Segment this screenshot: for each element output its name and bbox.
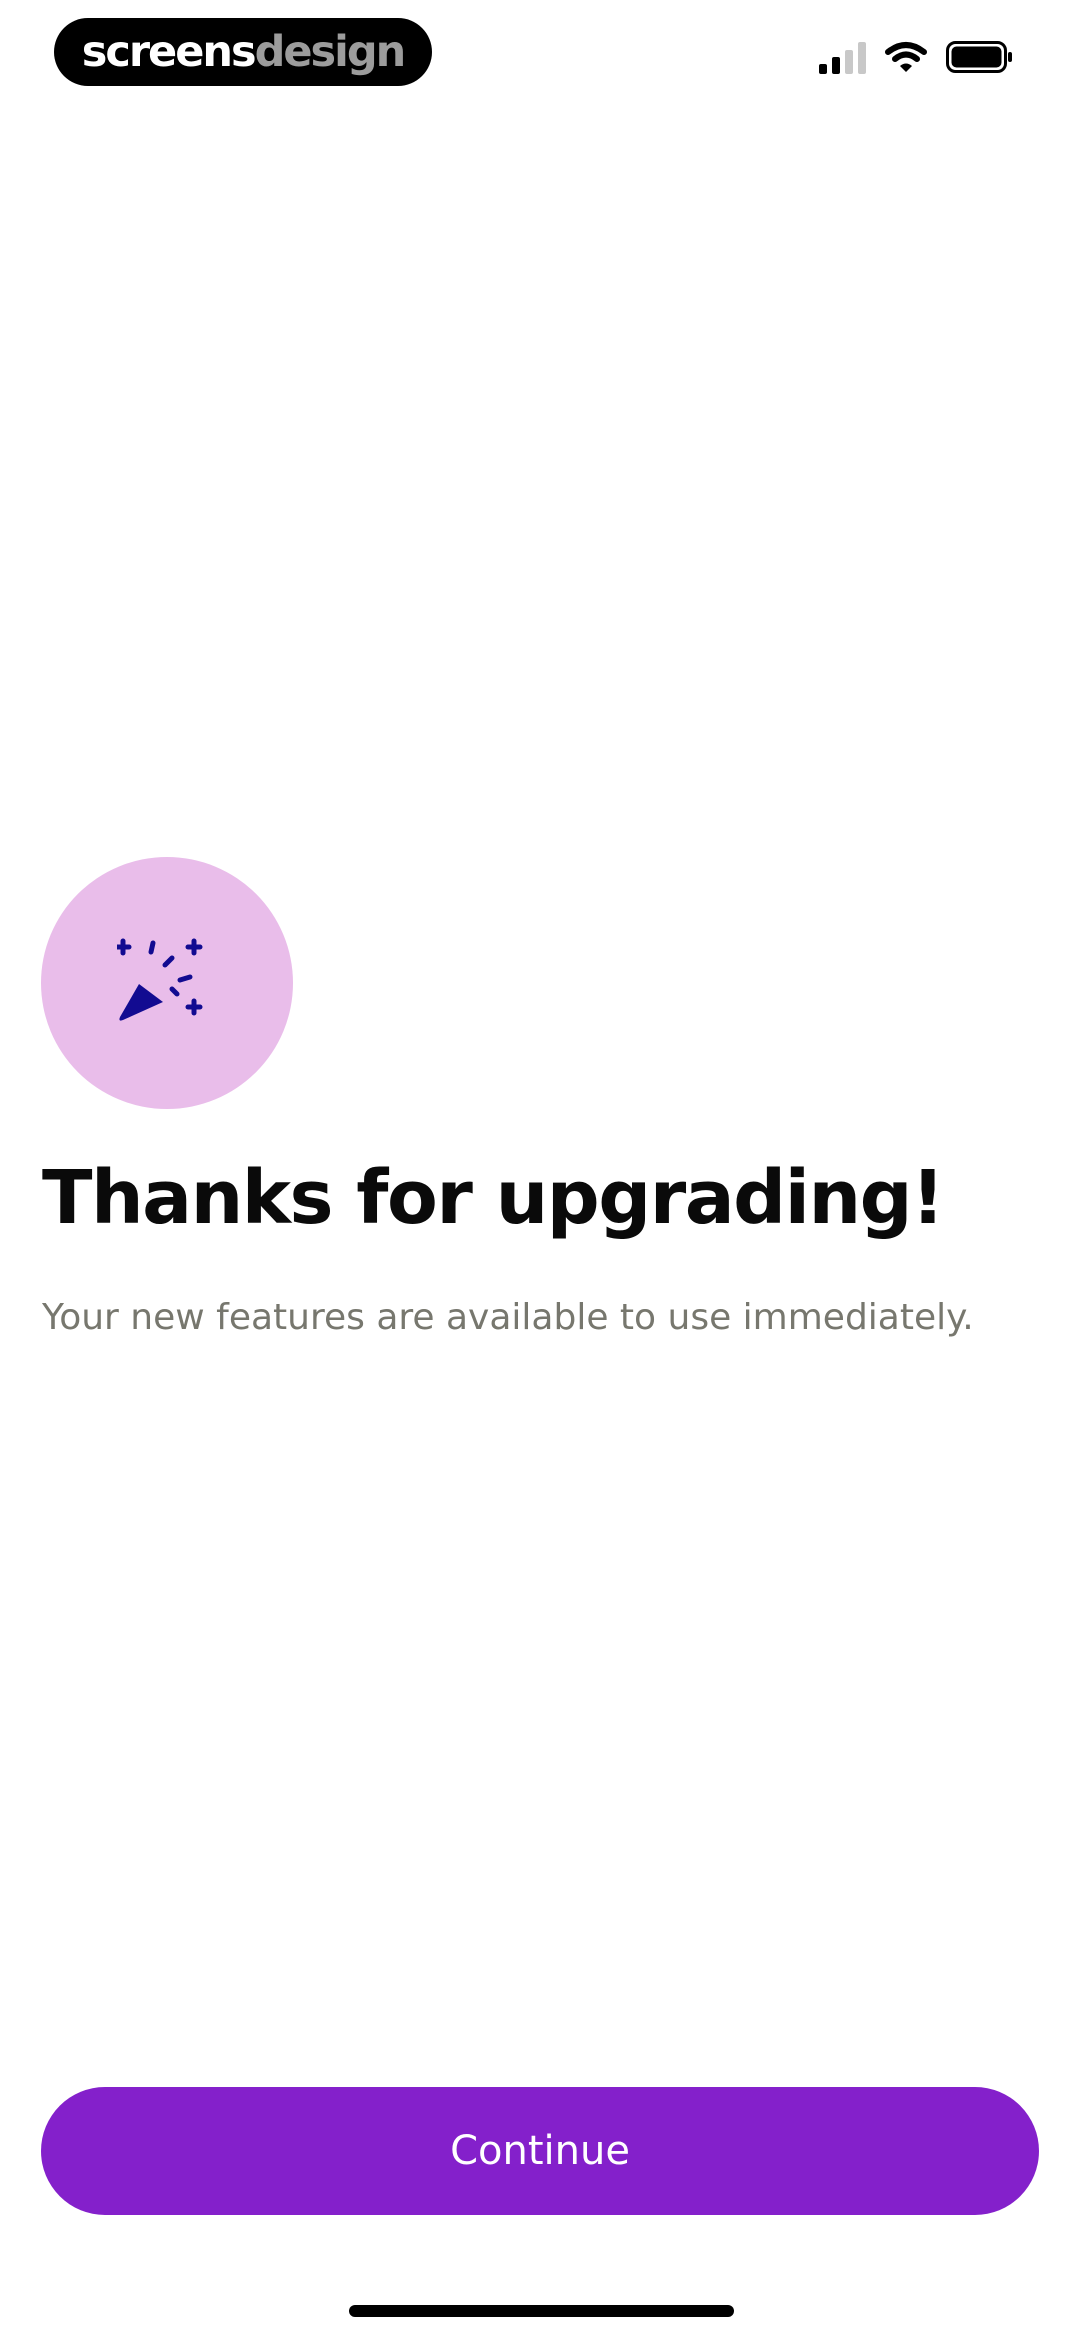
watermark-text-screens: screens <box>81 27 257 77</box>
continue-button-label: Continue <box>450 2128 630 2174</box>
celebration-badge <box>41 857 293 1109</box>
page-title: Thanks for upgrading! <box>42 1155 945 1241</box>
cellular-signal-icon <box>819 40 866 74</box>
wifi-icon <box>885 42 927 72</box>
status-bar <box>819 40 1014 74</box>
watermark-text-design: design <box>254 27 407 77</box>
party-popper-icon <box>117 938 203 1021</box>
continue-button[interactable]: Continue <box>41 2087 1039 2215</box>
screensdesign-watermark: screens design <box>54 18 432 86</box>
page-subtitle: Your new features are available to use i… <box>42 1297 974 1338</box>
battery-icon <box>946 41 1012 73</box>
home-indicator <box>349 2305 734 2317</box>
